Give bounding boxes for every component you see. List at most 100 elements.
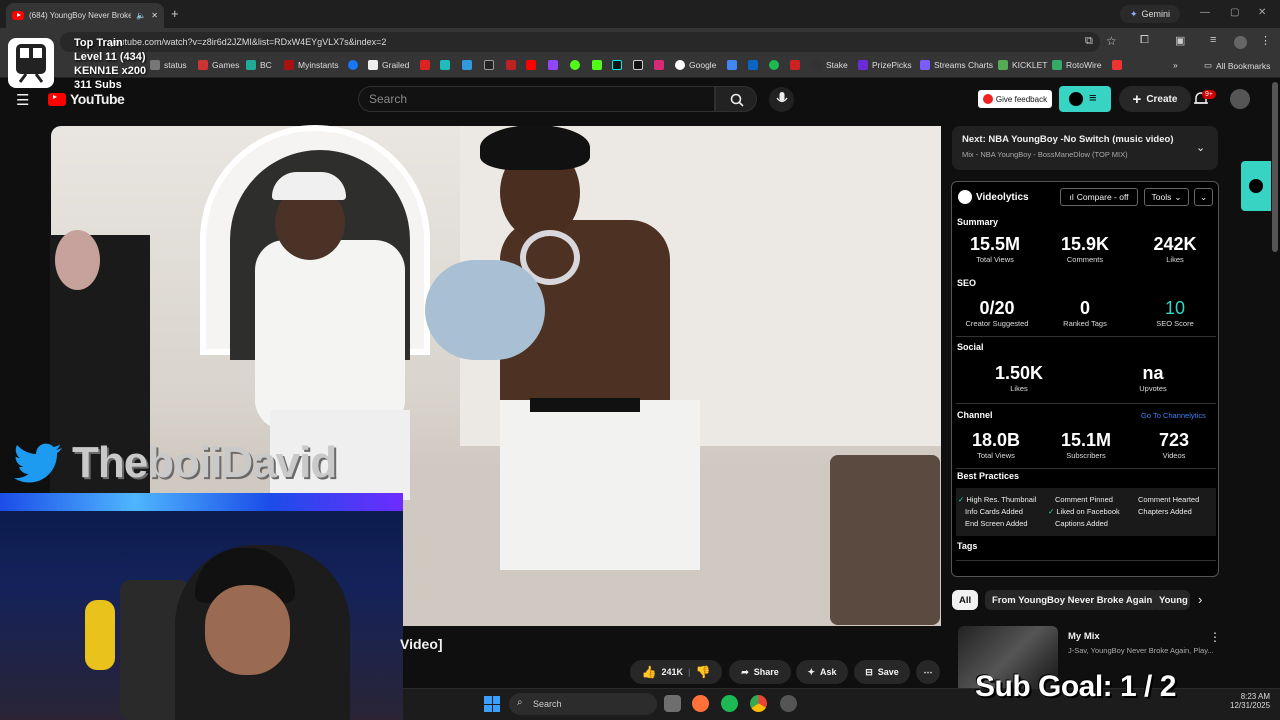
bookmark-kicklet[interactable]: KICKLET [998, 60, 1047, 70]
minimize-icon[interactable]: — [1200, 7, 1210, 18]
chip-all[interactable]: All [952, 590, 979, 610]
tab-close-icon[interactable]: ✕ [151, 11, 158, 20]
save-button[interactable]: ⊟ Save [854, 660, 910, 684]
save-label: Save [877, 667, 899, 677]
spotify-taskbar-icon[interactable] [721, 695, 738, 712]
best-practices-heading: Best Practices [957, 471, 1020, 481]
search-button[interactable] [715, 86, 757, 112]
go-to-channelytics-link[interactable]: Go To Channelytics [1141, 411, 1206, 420]
new-tab-icon[interactable]: + [171, 6, 179, 21]
top-train-donor: KENN1E x200 [74, 65, 147, 77]
bookmark-icon-9[interactable] [592, 60, 602, 70]
mix-more-icon[interactable]: ⋮ [1209, 630, 1221, 644]
extensions-icon[interactable]: ⧠ [1140, 34, 1149, 47]
bookmark-stake[interactable]: Stake [812, 60, 848, 70]
bookmark-icon-15[interactable] [769, 60, 779, 70]
start-square [484, 696, 492, 704]
windows-start-icon[interactable] [484, 696, 500, 712]
bookmark-icon-1[interactable] [420, 60, 430, 70]
bookmark-icon-14[interactable] [748, 60, 758, 70]
share-button[interactable]: ➦ Share [729, 660, 791, 684]
youtube-logo[interactable]: YouTube [48, 91, 125, 107]
bookmark-rotowire[interactable]: RotoWire [1052, 60, 1101, 70]
sidepanel-icon[interactable]: ▣ [1175, 34, 1185, 47]
more-icon[interactable]: ⋮ [1260, 34, 1271, 47]
maximize-icon[interactable]: ▢ [1230, 7, 1239, 18]
best-practice-label: High Res. Thumbnail [966, 495, 1037, 504]
bookmark-icon-7[interactable] [548, 60, 558, 70]
bookmark-icon-12[interactable] [654, 60, 664, 70]
voice-search-button[interactable] [769, 87, 794, 112]
summary-heading: Summary [957, 217, 999, 227]
gemini-button[interactable]: ✦ Gemini [1120, 5, 1180, 23]
url-text[interactable]: youtube.com/watch?v=z8ir6d2JZMI&list=RDx… [110, 37, 386, 47]
chip-young[interactable]: Young [1152, 590, 1190, 610]
bookmark-google[interactable]: Google [675, 60, 716, 70]
start-square [484, 704, 492, 712]
videolytics-toggle-button[interactable]: ≡ [1059, 86, 1111, 112]
page-scrollbar[interactable] [1272, 82, 1278, 252]
browser-tab[interactable]: (684) YoungBoy Never Broke Again 🔈 ✕ [6, 3, 164, 28]
mix-title[interactable]: My Mix [1068, 631, 1100, 642]
bookmark-myinstants[interactable]: Myinstants [284, 60, 339, 70]
bookmark-bc[interactable]: BC [246, 60, 272, 70]
bookmark-icon-3[interactable] [462, 60, 472, 70]
up-next-panel[interactable]: Next: NBA YoungBoy -No Switch (music vid… [952, 126, 1218, 170]
thumbs-up-icon[interactable]: 👍 [642, 665, 657, 679]
bookmarks-overflow-icon[interactable]: » [1173, 60, 1178, 70]
account-avatar[interactable] [1230, 89, 1250, 109]
media-icon[interactable]: ≡ [1210, 34, 1216, 46]
chevron-right-icon[interactable]: › [1198, 592, 1202, 607]
best-practice-label: Info Cards Added [965, 507, 1023, 516]
bookmark-icon-11[interactable] [633, 60, 643, 70]
task-view-icon[interactable] [664, 695, 681, 712]
install-icon[interactable]: ⧉ [1085, 35, 1093, 48]
bookmark-status[interactable]: status [150, 60, 187, 70]
menu-icon[interactable]: ☰ [16, 91, 29, 109]
google-icon [675, 60, 685, 70]
bookmark-facebook[interactable] [348, 60, 358, 70]
bookmark-icon-8[interactable] [570, 60, 580, 70]
bookmark-star-icon[interactable]: ☆ [1106, 34, 1117, 48]
taskbar-clock[interactable]: 8:23 AM 12/31/2025 [1230, 692, 1270, 710]
ask-button[interactable]: ✦ Ask [796, 660, 848, 684]
bookmark-icon-10[interactable] [612, 60, 622, 70]
chevron-down-icon[interactable]: ⌄ [1196, 141, 1205, 154]
panel-collapse-button[interactable]: ⌄ [1194, 188, 1213, 206]
chip-from-youngboy[interactable]: From YoungBoy Never Broke Again [985, 590, 1160, 610]
more-actions-button[interactable]: ⋯ [916, 660, 940, 684]
bookmark-icon-13[interactable] [727, 60, 737, 70]
like-dislike-group[interactable]: 👍 241K | 👎 [630, 660, 722, 684]
search-input[interactable]: Search [358, 86, 715, 112]
window-close-icon[interactable]: ✕ [1258, 7, 1266, 18]
divider [956, 403, 1216, 404]
chevron-down-icon: ⌄ [1199, 191, 1208, 202]
bookmark-games[interactable]: Games [198, 60, 239, 70]
all-bookmarks[interactable]: ▭ All Bookmarks [1204, 60, 1270, 71]
bookmark-icon-6[interactable] [526, 60, 536, 70]
bookmark-icon-5[interactable] [506, 60, 516, 70]
chrome-icon[interactable] [750, 695, 767, 712]
compare-button[interactable]: ıl Compare - off [1060, 188, 1138, 206]
firefox-icon[interactable] [692, 695, 709, 712]
give-feedback-button[interactable]: Give feedback [978, 90, 1052, 108]
folder-icon: ▭ [1204, 60, 1213, 70]
tools-button[interactable]: Tools ⌄ [1144, 188, 1189, 206]
bookmark-blue2-icon [727, 60, 737, 70]
bookmark-grailed[interactable]: Grailed [368, 60, 409, 70]
bookmark-prizepicks[interactable]: PrizePicks [858, 60, 912, 70]
bookmark-icon-4[interactable] [484, 60, 494, 70]
profile-avatar[interactable] [1234, 36, 1247, 49]
bookmark-icon-17[interactable] [1112, 60, 1122, 70]
taskbar-search[interactable]: ⌕ Search [509, 693, 657, 715]
thumbs-down-icon[interactable]: 👎 [696, 665, 711, 679]
videolytics-side-tab[interactable] [1241, 161, 1271, 211]
speaker-icon[interactable]: 🔈 [136, 11, 146, 20]
create-button[interactable]: + Create [1119, 86, 1191, 112]
bookmark-icon-2[interactable] [440, 60, 450, 70]
stat-total-views: 15.5M Total Views [952, 234, 1038, 264]
bookmark-streams-charts[interactable]: Streams Charts [920, 60, 993, 70]
feedback-icon [982, 94, 993, 104]
bookmark-icon-16[interactable] [790, 60, 800, 70]
app-icon[interactable] [780, 695, 797, 712]
